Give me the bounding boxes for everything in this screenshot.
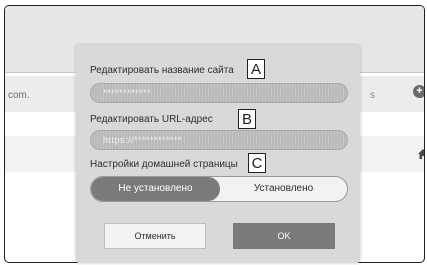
url-field[interactable]: https://************ — [90, 130, 348, 150]
site-name-value: ************ — [103, 88, 152, 98]
edit-bookmark-dialog: Редактировать название сайта A *********… — [76, 45, 360, 263]
background-text-fragment: s — [370, 90, 375, 101]
cancel-button[interactable]: Отменить — [104, 223, 206, 249]
site-name-label: Редактировать название сайта — [90, 65, 234, 76]
url-label: Редактировать URL-адрес — [90, 114, 213, 125]
home-page-label: Настройки домашней страницы — [90, 159, 238, 170]
site-name-field[interactable]: ************ — [90, 83, 348, 103]
toggle-not-set-option[interactable]: Не установлено — [91, 177, 220, 201]
ok-button[interactable]: OK — [233, 223, 335, 249]
url-value: https://************ — [103, 135, 183, 145]
home-icon[interactable] — [418, 149, 425, 159]
home-page-toggle: Не установлено Установлено — [90, 176, 348, 202]
callout-b: B — [238, 109, 256, 129]
callout-a: A — [247, 59, 265, 79]
background-url-fragment: com. — [8, 90, 30, 101]
toggle-set-option[interactable]: Установлено — [220, 177, 347, 201]
plus-icon[interactable]: + — [413, 85, 424, 98]
callout-c: C — [248, 153, 266, 173]
